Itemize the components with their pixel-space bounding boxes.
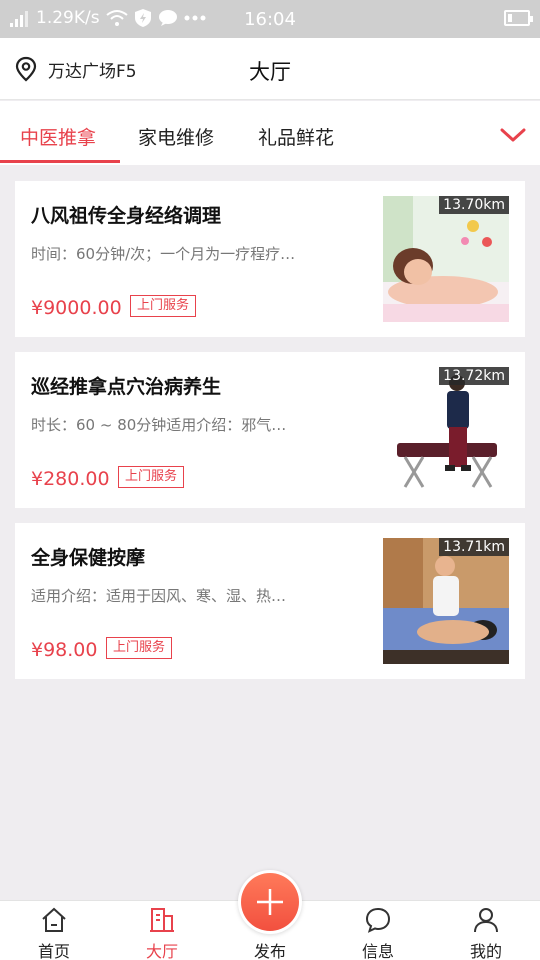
publish-fab-button[interactable] — [238, 870, 302, 934]
nav-mine[interactable]: 我的 — [432, 901, 540, 960]
tab-gifts-flowers[interactable]: 礼品鲜花 — [258, 123, 334, 150]
service-tag: 上门服务 — [130, 295, 197, 317]
page-title: 大厅 — [249, 60, 291, 84]
nav-hall[interactable]: 大厅 — [108, 901, 216, 960]
top-header: 万达广场F5 大厅 — [0, 38, 540, 100]
status-bar: 1.29K/s 16:04 — [0, 0, 540, 38]
hall-icon — [150, 908, 174, 932]
service-description: 时间：60分钟/次；一个月为一疗程疗… — [31, 245, 296, 263]
service-description: 时长：60 ~ 80分钟适用介绍：邪气… — [31, 416, 287, 434]
service-price: ¥98.00 — [31, 639, 98, 661]
nav-publish-label: 发布 — [253, 942, 286, 960]
service-name: 全身保健按摩 — [31, 547, 146, 569]
tab-tcm-massage[interactable]: 中医推拿 — [20, 123, 96, 150]
service-tag: 上门服务 — [106, 637, 173, 659]
service-card[interactable]: 巡经推拿点穴治病养生 时长：60 ~ 80分钟适用介绍：邪气… ¥280.00 … — [15, 352, 525, 508]
nav-home[interactable]: 首页 — [0, 901, 108, 960]
service-thumbnail — [383, 367, 509, 493]
chevron-down-icon[interactable] — [500, 127, 526, 143]
service-card[interactable]: 全身保健按摩 适用介绍：适用于因风、寒、湿、热… ¥98.00 上门服务 13.… — [15, 523, 525, 679]
category-tabs: 中医推拿 家电维修 礼品鲜花 — [0, 101, 540, 165]
nav-messages[interactable]: 信息 — [324, 901, 432, 960]
distance-badge: 13.71km — [439, 538, 509, 556]
service-name: 巡经推拿点穴治病养生 — [31, 376, 222, 398]
nav-mine-label: 我的 — [469, 942, 502, 960]
service-thumbnail — [383, 538, 509, 664]
service-card[interactable]: 八风祖传全身经络调理 时间：60分钟/次；一个月为一疗程疗… ¥9000.00 … — [15, 181, 525, 337]
service-thumbnail — [383, 196, 509, 322]
nav-home-label: 首页 — [37, 942, 70, 960]
nav-hall-label: 大厅 — [145, 942, 178, 960]
message-icon — [365, 907, 391, 933]
service-description: 适用介绍：适用于因风、寒、湿、热… — [31, 587, 287, 605]
service-price: ¥9000.00 — [31, 297, 122, 319]
battery-icon — [504, 10, 533, 26]
status-time: 16:04 — [244, 9, 296, 30]
service-name: 八风祖传全身经络调理 — [31, 205, 222, 227]
plus-icon — [257, 889, 283, 915]
active-tab-indicator — [0, 160, 120, 163]
distance-badge: 13.70km — [439, 196, 509, 214]
home-icon — [42, 907, 66, 932]
publish-fab-circle — [241, 873, 299, 931]
nav-messages-label: 信息 — [361, 942, 394, 960]
user-icon — [474, 908, 498, 933]
service-price: ¥280.00 — [31, 468, 110, 490]
service-tag: 上门服务 — [118, 466, 185, 488]
tab-appliance-repair[interactable]: 家电维修 — [138, 123, 214, 150]
distance-badge: 13.72km — [439, 367, 509, 385]
